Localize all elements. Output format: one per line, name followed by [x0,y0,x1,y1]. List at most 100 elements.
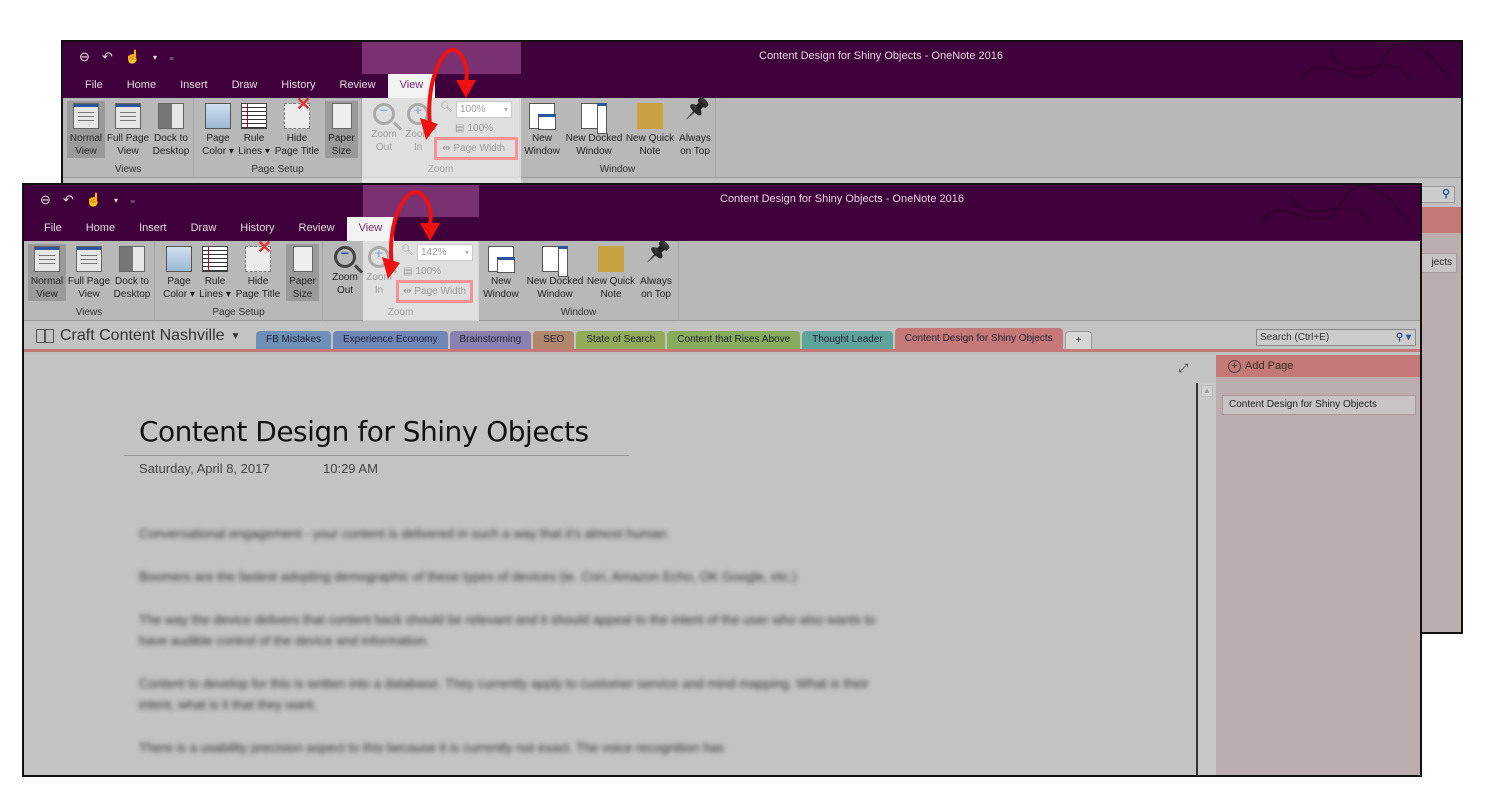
hundred-percent-button[interactable]: ▤ 100% [403,265,441,279]
pages-pane: + Add Page Content Design for Shiny Objec… [1216,355,1420,775]
dropdown-icon[interactable]: ▾ [114,196,118,205]
window-title: Content Design for Shiny Objects - OneNo… [720,193,964,205]
paper-size-button[interactable]: Paper Size [286,244,319,301]
touch-mode-icon[interactable]: ☝ [86,192,102,208]
vertical-scrollbar[interactable]: ▲ [1196,383,1216,775]
add-section-button[interactable]: + [1064,331,1093,349]
ribbon-view: Normal View Full Page View Dock to Deskt… [24,241,1420,321]
group-label-zoom: Zoom [387,307,414,318]
tab-file[interactable]: File [73,74,115,98]
full-page-view-button[interactable]: Full Page View [106,101,150,158]
undo-icon[interactable]: ↶ [63,192,74,208]
zoom-level-select[interactable]: 142% [417,244,473,261]
rule-lines-button[interactable]: Rule Lines ▾ [236,101,272,158]
zoom-in-icon: + [368,246,390,268]
page-color-button[interactable]: Page Color ▾ [200,101,236,158]
pin-icon [682,103,708,129]
hide-title-icon [245,241,272,272]
zoom-out-button[interactable]: − Zoom Out [368,101,400,154]
hundred-percent-button[interactable]: ▤ 100% [455,122,493,136]
page-body[interactable]: Conversational engagement - your content… [139,523,899,775]
section-tabs: FB Mistakes Experience Economy Brainstormi… [256,328,1093,349]
new-docked-window-button[interactable]: New Docked Window [525,244,585,301]
tab-home[interactable]: Home [115,74,168,98]
title-divider [124,455,629,456]
tab-insert[interactable]: Insert [168,74,220,98]
page-title[interactable]: Content Design for Shiny Objects [139,415,589,448]
new-quick-note-button[interactable]: New Quick Note [585,244,637,301]
tab-review[interactable]: Review [287,217,347,241]
tab-draw[interactable]: Draw [179,217,229,241]
rule-lines-button[interactable]: Rule Lines ▾ [197,244,233,301]
dock-to-desktop-button[interactable]: Dock to Desktop [151,101,191,158]
zoom-row: 🔍︎ [401,244,414,258]
new-quick-note-button[interactable]: New Quick Note [624,101,676,158]
customize-qat-icon[interactable]: ₌ [169,52,174,63]
normal-view-icon [34,246,60,272]
back-circle-arrow-icon[interactable]: ⊖ [79,49,90,65]
back-circle-arrow-icon[interactable]: ⊖ [40,192,51,208]
undo-icon[interactable]: ↶ [102,49,113,65]
always-on-top-button[interactable]: Always on Top [637,244,675,301]
notebook-name: Craft Content Nashville [60,327,225,344]
hide-page-title-button[interactable]: Hide Page Title [272,98,322,158]
new-window-button[interactable]: New Window [522,101,562,158]
new-docked-window-button[interactable]: New Docked Window [564,101,624,158]
notebook-bar: Craft Content Nashville ▼ FB Mistakes Exp… [24,322,1420,352]
section-tab[interactable]: FB Mistakes [256,331,332,349]
dock-icon [119,246,145,272]
search-input[interactable]: Search (Ctrl+E) ⚲ ▾ [1256,329,1416,346]
full-page-view-icon [76,246,102,272]
new-window-button[interactable]: New Window [481,244,521,301]
paragraph[interactable]: There is a usability precision aspect to… [139,737,899,758]
dropdown-icon[interactable]: ▾ [153,53,157,62]
expand-icon[interactable]: ⤢ [1178,361,1188,376]
zoom-in-button[interactable]: + Zoom In [363,244,395,297]
full-page-view-button[interactable]: Full Page View [67,244,111,301]
touch-mode-icon[interactable]: ☝ [125,49,141,65]
zoom-level-select[interactable]: 100% [456,101,512,118]
hide-title-icon [284,98,311,129]
section-tab[interactable]: Content that Rises Above [667,331,801,349]
docked-window-icon [581,103,607,134]
tab-file[interactable]: File [32,217,74,241]
paragraph[interactable]: Content to develop for this is written i… [139,673,899,715]
notebook-selector[interactable]: Craft Content Nashville ▼ [36,327,240,345]
tab-home[interactable]: Home [74,217,127,241]
scroll-up-icon[interactable]: ▲ [1201,385,1213,397]
hide-page-title-button[interactable]: Hide Page Title [233,241,283,301]
paper-size-icon [331,103,352,129]
add-page-button[interactable]: + Add Page [1216,355,1420,377]
normal-view-button[interactable]: Normal View [28,244,66,301]
paragraph[interactable]: Boomers are the fastest adopting demogra… [139,566,899,587]
page-color-button[interactable]: Page Color ▾ [161,244,197,301]
paragraph[interactable]: Conversational engagement - your content… [139,523,899,544]
section-tab[interactable]: Thought Leader [802,331,893,349]
tab-draw[interactable]: Draw [220,74,270,98]
normal-view-button[interactable]: Normal View [67,101,105,158]
always-on-top-button[interactable]: Always on Top [676,101,714,158]
section-tab[interactable]: State of Search [576,331,666,349]
customize-qat-icon[interactable]: ₌ [130,195,135,206]
page-list-item[interactable]: Content Design for Shiny Objects [1222,395,1416,415]
tab-insert[interactable]: Insert [127,217,179,241]
paragraph[interactable]: The way the device delivers that content… [139,609,899,651]
page-canvas[interactable]: ⤢ Content Design for Shiny Objects Satur… [24,355,1216,775]
search-icon[interactable]: ⚲ ▾ [1396,330,1411,345]
group-label-zoom: Zoom [427,164,454,175]
tab-review[interactable]: Review [328,74,388,98]
zoom-out-button[interactable]: − Zoom Out [329,244,361,297]
tab-view[interactable]: View [387,74,436,98]
paper-size-button[interactable]: Paper Size [325,101,358,158]
section-tab[interactable]: Content Design for Shiny Objects [894,328,1063,349]
annotation-highlight-box [434,137,518,160]
section-tab[interactable]: Experience Economy [333,331,448,349]
section-tab[interactable]: Brainstorming [449,331,532,349]
title-bar: ⊖ ↶ ☝ ▾ ₌ Content Design for Shiny Objec… [63,42,1461,98]
chevron-down-icon: ▼ [230,330,241,342]
section-tab[interactable]: SEO [533,331,575,349]
zoom-in-button[interactable]: + Zoom In [402,101,434,154]
dock-icon [158,103,184,129]
dock-to-desktop-button[interactable]: Dock to Desktop [112,244,152,301]
tab-view[interactable]: View [346,217,395,241]
